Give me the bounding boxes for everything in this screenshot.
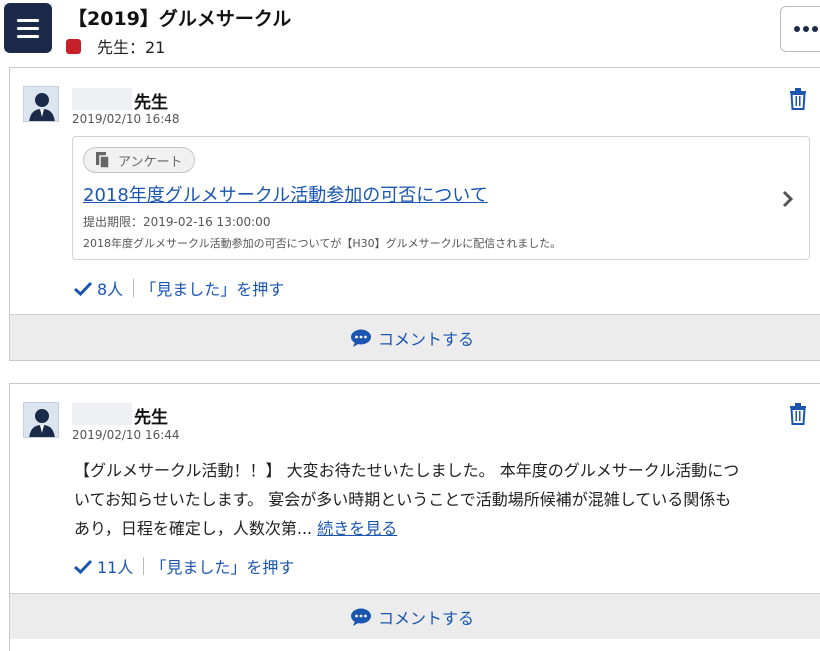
delete-button[interactable] (788, 403, 808, 425)
status-badge (66, 38, 81, 54)
post-timestamp: 2019/02/10 16:48 (72, 112, 180, 126)
more-icon (794, 26, 800, 32)
comment-button[interactable]: コメントする (10, 314, 820, 360)
delete-button[interactable] (788, 88, 808, 110)
post-body: 【グルメサークル活動！！】 大変お待たせいたしました。 本年度のグルメサークル活… (74, 461, 740, 538)
app-header: 【2019】グルメサークル 先生：21 (0, 0, 820, 64)
author-name-redacted (72, 403, 132, 425)
menu-icon (17, 18, 39, 22)
avatar-icon (23, 402, 59, 438)
survey-tag: アンケート (83, 147, 196, 173)
survey-title-link[interactable]: 2018年度グルメサークル活動参加の可否について (83, 181, 488, 207)
post-timestamp: 2019/02/10 16:44 (72, 428, 180, 442)
comment-icon (351, 329, 371, 347)
author-name: 先生 (134, 408, 168, 428)
author-name-redacted (72, 88, 132, 110)
avatar-icon (23, 86, 59, 122)
teacher-count: 先生：21 (66, 34, 165, 58)
check-icon (74, 559, 92, 574)
seen-row: 8人 「見ました」を押す (74, 276, 284, 300)
seen-button[interactable]: 「見ました」を押す (140, 276, 284, 300)
comment-button[interactable]: コメントする (10, 593, 820, 639)
post-card: 先生 2019/02/10 16:48 アンケート 2018年度グルメサークル活… (9, 67, 820, 361)
post-card: 先生 2019/02/10 16:44 【グルメサークル活動！！】 大変お待たせ… (9, 383, 820, 651)
trash-icon (790, 403, 806, 425)
survey-icon (96, 152, 110, 168)
author-name: 先生 (134, 93, 168, 113)
survey-description: 2018年度グルメサークル活動参加の可否についてが【H30】グルメサークルに配信… (83, 237, 562, 250)
read-more-link[interactable]: 続きを見る (317, 519, 397, 538)
seen-row: 11人 「見ました」を押す (74, 554, 294, 578)
seen-button[interactable]: 「見ました」を押す (150, 554, 294, 578)
seen-count[interactable]: 8人 (97, 276, 123, 300)
teacher-count-label: 先生：21 (97, 38, 166, 57)
trash-icon (790, 88, 806, 110)
chevron-right-icon (782, 190, 794, 208)
survey-attachment[interactable]: アンケート 2018年度グルメサークル活動参加の可否について 提出期限：2019… (72, 136, 810, 260)
group-title: 【2019】グルメサークル (68, 8, 292, 30)
seen-count[interactable]: 11人 (97, 554, 133, 578)
check-icon (74, 281, 92, 296)
comment-icon (351, 608, 371, 626)
more-button[interactable] (780, 6, 820, 52)
survey-deadline: 提出期限：2019-02-16 13:00:00 (83, 215, 271, 229)
menu-button[interactable] (4, 3, 52, 53)
